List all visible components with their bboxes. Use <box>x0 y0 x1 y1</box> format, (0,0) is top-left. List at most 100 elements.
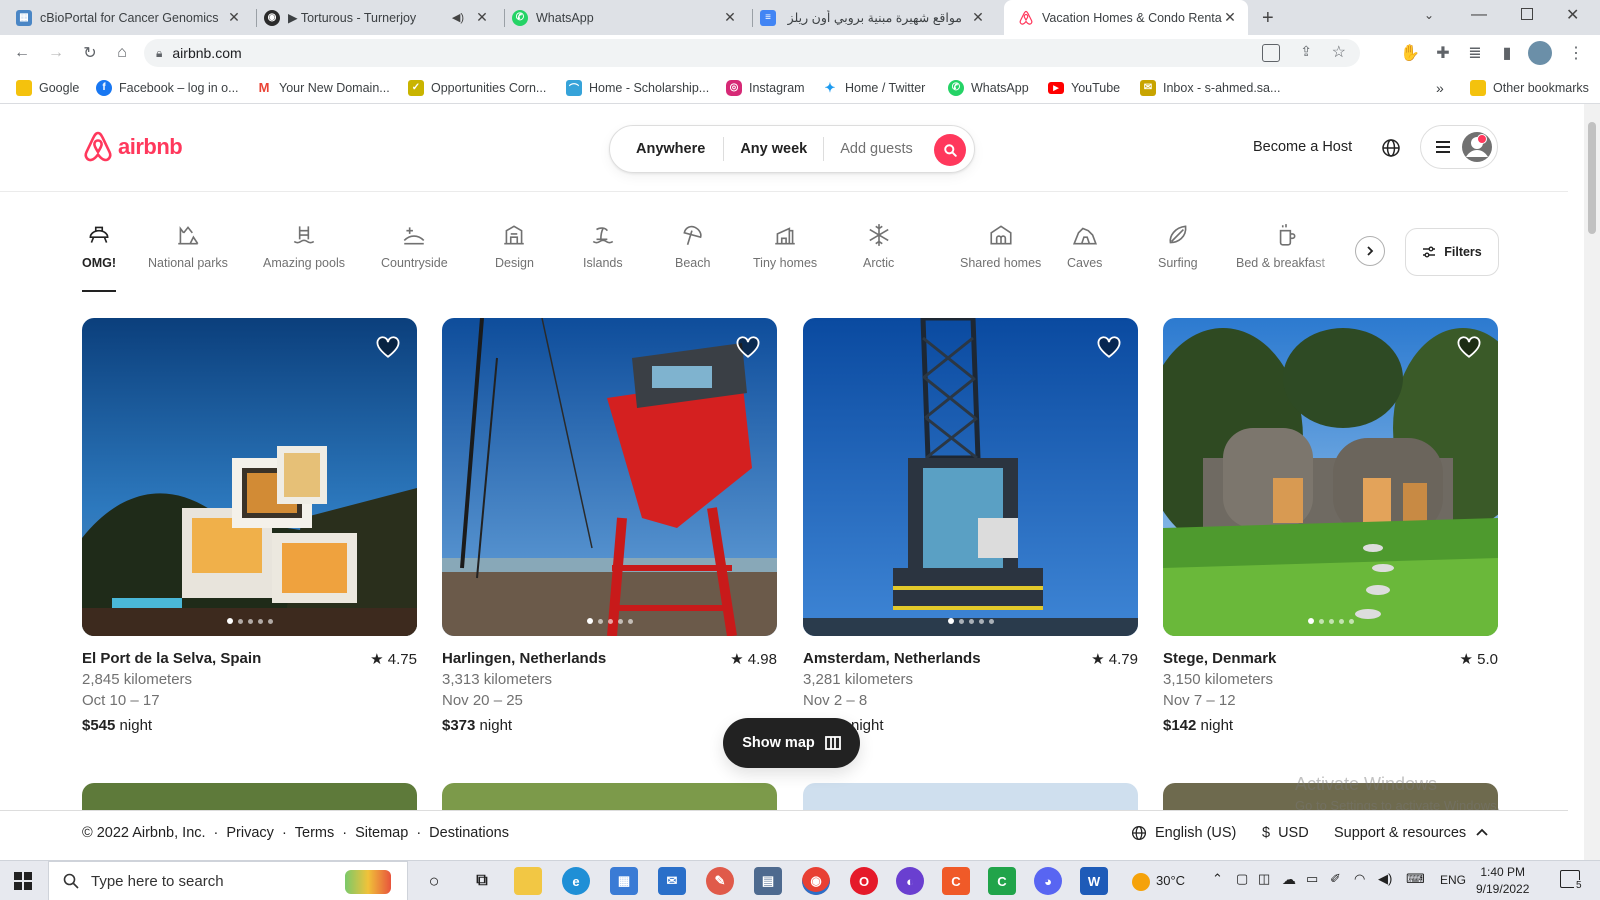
minimize-icon[interactable]: — <box>1471 6 1487 24</box>
pycharm-icon[interactable]: C <box>988 867 1016 895</box>
other-bookmarks-folder[interactable]: Other bookmarks <box>1470 71 1589 104</box>
listing-card[interactable]: Harlingen, Netherlands ★ 4.98 3,313 kilo… <box>442 318 777 734</box>
chrome-icon[interactable]: ◉ <box>802 867 830 895</box>
jetbrains-app-icon[interactable]: C <box>942 867 970 895</box>
listing-photo[interactable] <box>82 318 417 636</box>
close-tab-icon[interactable]: ✕ <box>722 9 738 26</box>
category-national-parks[interactable]: National parks <box>148 222 228 270</box>
browser-tab-music[interactable]: ◉ ▶ Torturous - Turnerjoy ◀) ✕ <box>264 0 500 35</box>
mail-icon[interactable]: ✉ <box>658 867 686 895</box>
listing-card[interactable]: Stege, Denmark ★ 5.0 3,150 kilometers No… <box>1163 318 1498 734</box>
bookmark-gmail[interactable]: M Your New Domain... <box>256 71 390 104</box>
calculator-icon[interactable]: ▤ <box>754 867 782 895</box>
input-language[interactable]: ENG <box>1440 873 1466 887</box>
store-icon[interactable]: ▦ <box>610 867 638 895</box>
bookmark-twitter[interactable]: ✦ Home / Twitter <box>822 71 926 104</box>
support-resources-toggle[interactable]: Support & resources <box>1334 825 1488 841</box>
opera-icon[interactable]: O <box>850 867 878 895</box>
bookmark-star-icon[interactable]: ☆ <box>1332 42 1346 62</box>
security-icon[interactable]: ◫ <box>1258 871 1270 887</box>
tab-search-chevron-icon[interactable]: ⌄ <box>1424 8 1434 22</box>
bookmark-google[interactable]: Google <box>16 71 79 104</box>
user-menu-button[interactable] <box>1420 125 1498 169</box>
side-panel-icon[interactable]: ▮ <box>1495 41 1519 65</box>
show-hidden-icons-chevron[interactable]: ⌃ <box>1212 871 1223 887</box>
listing-photo-partial[interactable] <box>803 783 1138 813</box>
browser-tab-whatsapp[interactable]: ✆ WhatsApp ✕ <box>512 0 748 35</box>
listing-photo-partial[interactable] <box>442 783 777 813</box>
footer-link-privacy[interactable]: Privacy <box>226 825 274 841</box>
forward-arrow-icon[interactable]: → <box>44 41 68 65</box>
listing-photo[interactable] <box>803 318 1138 636</box>
edge-icon[interactable]: e <box>562 867 590 895</box>
category-shared-homes[interactable]: Shared homes <box>960 222 1041 270</box>
weather-sun-icon[interactable] <box>1132 873 1150 891</box>
extensions-puzzle-icon[interactable]: ✚ <box>1431 41 1455 65</box>
browser-tab-cbioportal[interactable]: ▦ cBioPortal for Cancer Genomics ✕ <box>16 0 252 35</box>
discord-icon[interactable]: ◕ <box>1034 867 1062 895</box>
close-window-icon[interactable]: ✕ <box>1566 5 1579 25</box>
listing-photo-partial[interactable] <box>82 783 417 813</box>
show-map-button[interactable]: Show map <box>723 718 860 768</box>
windows-start-icon[interactable] <box>14 872 32 895</box>
bookmark-facebook[interactable]: f Facebook – log in o... <box>96 71 239 104</box>
airbnb-logo[interactable]: airbnb <box>82 130 183 164</box>
search-anywhere[interactable]: Anywhere <box>610 137 723 161</box>
globe-icon[interactable] <box>1381 138 1401 158</box>
wifi-icon[interactable]: ◠ <box>1354 871 1365 887</box>
file-explorer-icon[interactable] <box>514 867 542 895</box>
scrollbar-thumb[interactable] <box>1588 122 1596 234</box>
home-icon[interactable]: ⌂ <box>110 41 134 65</box>
address-bar[interactable]: 🔒︎ airbnb.com ⇪ ☆ <box>144 39 1360 67</box>
footer-link-destinations[interactable]: Destinations <box>429 825 509 841</box>
new-tab-icon[interactable]: + <box>1262 7 1274 30</box>
listing-card[interactable]: Amsterdam, Netherlands ★ 4.79 3,281 kilo… <box>803 318 1138 734</box>
footer-link-terms[interactable]: Terms <box>295 825 334 841</box>
task-view-icon[interactable]: ⧉ <box>468 867 496 895</box>
category-surfing[interactable]: Surfing <box>1158 222 1198 270</box>
heart-icon[interactable] <box>1096 334 1122 360</box>
close-tab-icon[interactable]: ✕ <box>474 9 490 26</box>
cortana-icon[interactable]: ○ <box>420 867 448 895</box>
tor-browser-icon[interactable]: ◐ <box>896 867 924 895</box>
browser-tab-airbnb[interactable]: Vacation Homes & Condo Rental ✕ <box>1004 0 1248 35</box>
speaker-icon[interactable]: ◀) <box>452 11 464 24</box>
keyboard-icon[interactable]: ⌨ <box>1406 871 1425 887</box>
media-queue-icon[interactable]: ≣ <box>1463 41 1487 65</box>
share-icon[interactable]: ⇪ <box>1300 43 1312 60</box>
back-arrow-icon[interactable]: ← <box>10 41 34 65</box>
search-add-guests[interactable]: Add guests <box>824 137 929 161</box>
bookmark-whatsapp[interactable]: ✆ WhatsApp <box>948 71 1029 104</box>
meet-now-icon[interactable]: ▢ <box>1236 871 1248 887</box>
taskbar-clock[interactable]: 1:40 PM 9/19/2022 <box>1476 864 1529 898</box>
listing-card[interactable]: El Port de la Selva, Spain ★ 4.75 2,845 … <box>82 318 417 734</box>
bookmark-inbox[interactable]: ✉ Inbox - s-ahmed.sa... <box>1140 71 1280 104</box>
bookmark-instagram[interactable]: ◎ Instagram <box>726 71 805 104</box>
bookmark-scholarship[interactable]: ⌒ Home - Scholarship... <box>566 71 709 104</box>
category-amazing-pools[interactable]: Amazing pools <box>263 222 345 270</box>
weather-temperature[interactable]: 30°C <box>1156 873 1185 888</box>
category-omg[interactable]: OMG! <box>82 222 116 270</box>
category-islands[interactable]: Islands <box>583 222 623 270</box>
footer-link-sitemap[interactable]: Sitemap <box>355 825 408 841</box>
battery-icon[interactable]: ▭ <box>1306 871 1318 887</box>
category-next-button[interactable] <box>1355 236 1385 266</box>
listing-photo[interactable] <box>1163 318 1498 636</box>
search-any-week[interactable]: Any week <box>724 137 823 161</box>
taskbar-search-box[interactable]: Type here to search <box>48 861 408 900</box>
paint-icon[interactable]: ✎ <box>706 867 734 895</box>
close-tab-icon[interactable]: ✕ <box>226 9 242 26</box>
heart-icon[interactable] <box>735 334 761 360</box>
category-beach[interactable]: Beach <box>675 222 710 270</box>
bookmark-opportunities[interactable]: ✓ Opportunities Corn... <box>408 71 546 104</box>
more-bookmarks-chevron[interactable]: » <box>1436 71 1444 104</box>
category-design[interactable]: Design <box>495 222 534 270</box>
page-scrollbar[interactable] <box>1584 104 1600 860</box>
category-caves[interactable]: Caves <box>1067 222 1102 270</box>
become-host-link[interactable]: Become a Host <box>1253 139 1352 155</box>
search-bar[interactable]: Anywhere Any week Add guests <box>609 125 975 173</box>
reload-icon[interactable]: ↻ <box>78 41 102 65</box>
onedrive-cloud-icon[interactable]: ☁ <box>1282 871 1296 888</box>
category-tiny-homes[interactable]: Tiny homes <box>753 222 817 270</box>
word-icon[interactable]: W <box>1080 867 1108 895</box>
